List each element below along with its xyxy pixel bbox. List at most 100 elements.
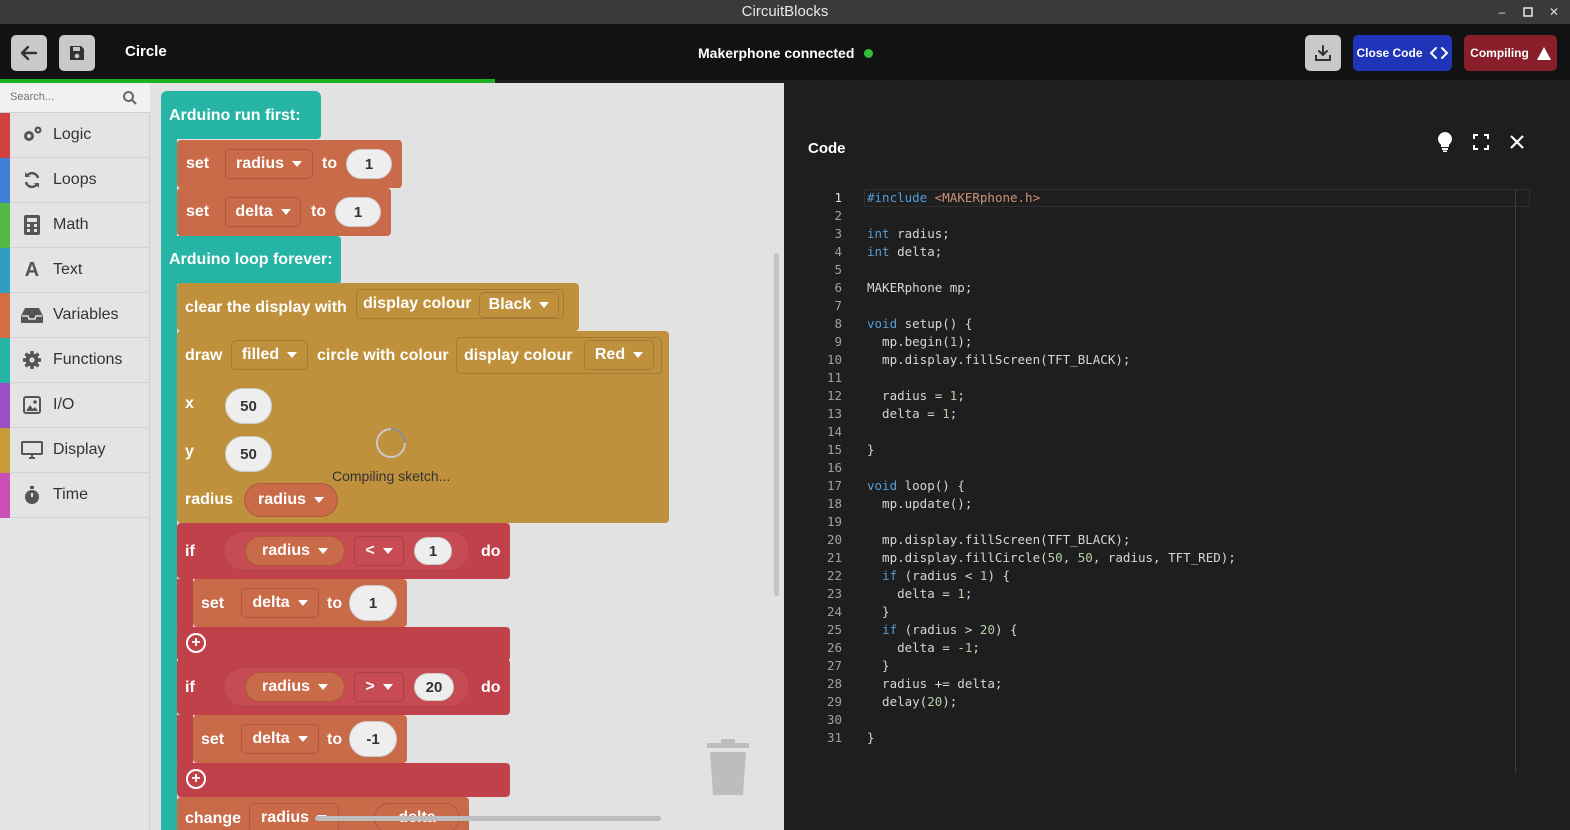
code-line: } [867,730,875,745]
change-label: change [185,810,242,827]
radius-variable-block[interactable]: radius [245,672,345,702]
operator-dropdown[interactable]: < [354,536,404,566]
stopwatch-icon [20,485,44,505]
category-label: Loops [53,171,97,188]
category-logic[interactable]: Logic [0,112,150,158]
code-line: mp.display.fillScreen(TFT_BLACK); [867,532,1131,547]
y-input[interactable]: 50 [225,436,272,472]
code-line: radius = 1; [867,388,965,403]
minimize-icon[interactable]: – [1496,5,1508,19]
line-number: 9 [834,334,842,349]
code-line: mp.update(); [867,496,973,511]
operator-value: > [365,678,375,695]
close-icon[interactable] [1506,131,1528,153]
search-icon[interactable] [122,90,138,106]
add-else-icon[interactable]: + [186,633,206,653]
close-code-button[interactable]: Close Code [1353,35,1452,71]
colour-dropdown[interactable]: Red [584,340,654,370]
if-footer [177,763,510,797]
category-loops[interactable]: Loops [0,157,150,203]
code-editor[interactable]: #include <MAKERphone.h> int radius; int de… [867,189,1527,747]
do-label: do [481,679,501,696]
display-colour-label: display colour [464,346,573,364]
close-code-label: Close Code [1356,46,1423,60]
workspace-vertical-scrollbar[interactable] [774,253,779,596]
blocks-workspace[interactable]: Arduino run first: set radius to 1 set d… [150,83,784,830]
category-display[interactable]: Display [0,427,150,473]
number-input[interactable]: 1 [346,149,392,179]
number-input[interactable]: 20 [414,673,454,701]
compiling-sketch-text: Compiling sketch... [332,468,451,484]
fill-mode-dropdown[interactable]: filled [231,340,308,370]
floppy-disk-icon [70,46,84,60]
line-number: 27 [826,658,842,673]
code-line: if (radius < 1) { [882,568,1011,583]
category-math[interactable]: Math [0,202,150,248]
workspace-horizontal-scrollbar[interactable] [315,816,661,821]
search-box [0,83,150,113]
variable-dropdown[interactable]: radius [225,149,313,179]
display-colour-label: display colour [363,295,472,312]
colour-value: Black [488,296,532,313]
fullscreen-icon[interactable] [1470,131,1492,153]
set-label: set [186,155,210,172]
lightbulb-icon[interactable] [1434,131,1456,153]
compiling-button[interactable]: Compiling [1464,35,1557,71]
category-text[interactable]: A Text [0,247,150,293]
category-color-bar [0,382,10,428]
clear-display-label: clear the display with [185,299,347,316]
code-line: int radius; [867,226,950,241]
category-functions[interactable]: Functions [0,337,150,383]
code-brackets-icon [1429,47,1448,59]
radius-variable-block[interactable]: radius [245,536,345,566]
line-number: 26 [826,640,842,655]
maximize-icon[interactable] [1522,6,1534,18]
code-line: mp.begin(1); [867,334,973,349]
add-else-icon[interactable]: + [186,769,206,789]
line-number: 21 [826,550,842,565]
line-number: 4 [834,244,842,259]
search-input[interactable] [10,91,115,103]
trash-icon[interactable] [706,739,750,795]
save-button[interactable] [59,35,95,71]
radius-variable-block[interactable]: radius [244,483,338,517]
variable-dropdown[interactable]: delta [225,197,301,227]
app-header: Circle Makerphone connected Close Code C… [0,24,1570,80]
code-line: delay(20); [867,694,958,709]
number-input[interactable]: -1 [349,721,397,757]
variable-dropdown[interactable]: delta [241,724,319,754]
loop-forever-label: Arduino loop forever: [169,251,333,268]
run-first-arm [161,139,177,239]
operator-value: < [365,542,375,559]
category-label: Display [53,441,106,458]
number-input[interactable]: 1 [335,197,381,227]
export-button[interactable] [1305,35,1341,71]
x-input[interactable]: 50 [225,388,272,424]
colour-dropdown[interactable]: Black [479,292,559,318]
category-io[interactable]: I/O [0,382,150,428]
if-arm [177,715,193,765]
set-label: set [201,731,225,748]
line-number: 3 [834,226,842,241]
variable-dropdown[interactable]: delta [241,588,319,618]
line-number: 5 [834,262,842,277]
line-number: 8 [834,316,842,331]
line-number: 31 [826,730,842,745]
code-line: void setup() { [867,316,973,331]
category-variables[interactable]: Variables [0,292,150,338]
number-input[interactable]: 1 [349,585,397,621]
close-window-icon[interactable]: ✕ [1548,5,1560,19]
operator-dropdown[interactable]: > [354,672,404,702]
number-input[interactable]: 1 [414,537,452,565]
line-number: 17 [826,478,842,493]
back-button[interactable] [11,35,47,71]
variable-name: radius [261,678,310,695]
code-line: void loop() { [867,478,965,493]
category-time[interactable]: Time [0,472,150,518]
line-number: 7 [834,298,842,313]
to-label: to [311,203,327,220]
category-label: I/O [53,396,75,413]
